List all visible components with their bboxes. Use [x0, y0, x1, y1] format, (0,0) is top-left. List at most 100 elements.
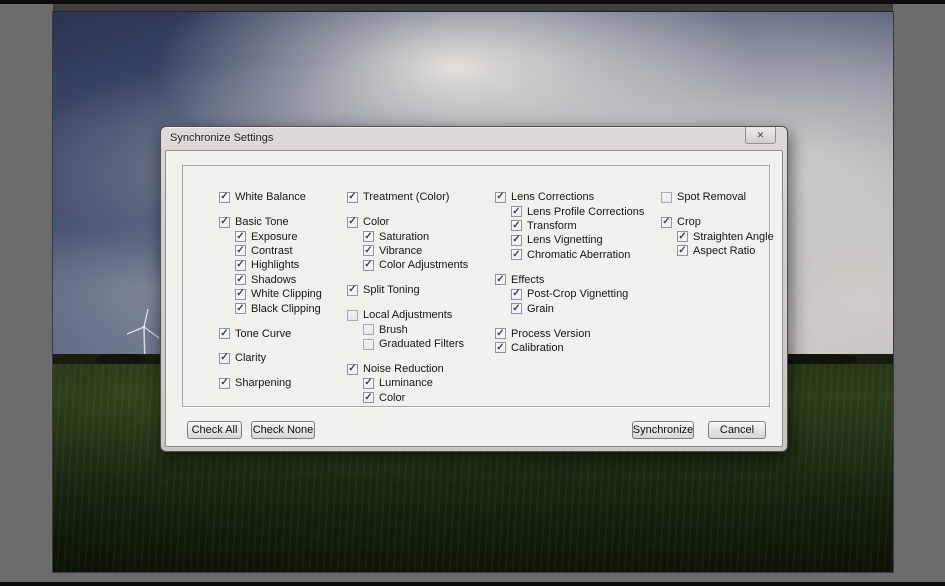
checkbox-row-highlights[interactable]: ✓Highlights — [219, 258, 322, 272]
checkbox-row-local-adjustments[interactable]: Local Adjustments — [347, 308, 468, 322]
checked-checkbox-icon[interactable]: ✓ — [347, 285, 358, 296]
checked-checkbox-icon[interactable]: ✓ — [511, 220, 522, 231]
checked-checkbox-icon[interactable]: ✓ — [235, 303, 246, 314]
checkbox-row-post-crop-vignetting[interactable]: ✓Post-Crop Vignetting — [495, 287, 644, 301]
checkbox-row-noise-reduction[interactable]: ✓ Noise Reduction — [347, 362, 468, 376]
checkbox-row-basic-tone[interactable]: ✓ Basic Tone — [219, 215, 322, 229]
checked-checkbox-icon[interactable]: ✓ — [219, 353, 230, 364]
checkbox-row-calibration[interactable]: ✓Calibration — [495, 341, 644, 355]
checkbox-row-vibrance[interactable]: ✓ Vibrance — [347, 244, 468, 258]
checkbox-row-lens-profile-corrections[interactable]: ✓Lens Profile Corrections — [495, 204, 644, 218]
checkbox-label: Color — [363, 216, 389, 228]
checkbox-row-brush[interactable]: Brush — [347, 323, 468, 337]
checkbox-row-effects[interactable]: ✓Effects — [495, 273, 644, 287]
checkbox-row-shadows[interactable]: ✓Shadows — [219, 273, 322, 287]
checkbox-row-sharpening[interactable]: ✓ Sharpening — [219, 376, 322, 390]
checked-checkbox-icon[interactable]: ✓ — [495, 192, 506, 203]
checkbox-label: White Clipping — [251, 288, 322, 300]
settings-column-3: ✓ Lens Corrections✓Lens Profile Correctio… — [495, 190, 644, 355]
checkbox-row-crop[interactable]: ✓Crop — [661, 215, 774, 229]
checked-checkbox-icon[interactable]: ✓ — [363, 231, 374, 242]
checkbox-row-color[interactable]: ✓Color — [347, 391, 468, 405]
close-icon: ✕ — [757, 130, 765, 141]
checkbox-row-contrast[interactable]: ✓Contrast — [219, 244, 322, 258]
checkbox-row-aspect-ratio[interactable]: ✓Aspect Ratio — [661, 244, 774, 258]
checked-checkbox-icon[interactable]: ✓ — [495, 274, 506, 285]
checkbox-row-white-balance[interactable]: ✓White Balance — [219, 190, 322, 204]
close-button[interactable]: ✕ — [745, 127, 776, 144]
checked-checkbox-icon[interactable]: ✓ — [235, 289, 246, 300]
checked-checkbox-icon[interactable]: ✓ — [363, 378, 374, 389]
checkbox-label: Exposure — [251, 231, 297, 243]
checked-checkbox-icon[interactable]: ✓ — [219, 328, 230, 339]
checkbox-label: Tone Curve — [235, 328, 291, 340]
checkbox-label: Local Adjustments — [363, 309, 452, 321]
checked-checkbox-icon[interactable]: ✓ — [511, 289, 522, 300]
checkbox-row-straighten-angle[interactable]: ✓ Straighten Angle — [661, 229, 774, 243]
checked-checkbox-icon[interactable]: ✓ — [347, 364, 358, 375]
checkbox-label: Transform — [527, 220, 577, 232]
settings-column-1: ✓White Balance✓Basic Tone✓Exposure✓Contr… — [219, 190, 322, 391]
checkbox-row-graduated-filters[interactable]: Graduated Filters — [347, 337, 468, 351]
checkbox-row-lens-vignetting[interactable]: ✓Lens Vignetting — [495, 233, 644, 247]
checkbox-row-clarity[interactable]: ✓Clarity — [219, 351, 322, 365]
checked-checkbox-icon[interactable]: ✓ — [511, 206, 522, 217]
checkbox-row-luminance[interactable]: ✓Luminance — [347, 376, 468, 390]
checkbox-row-process-version[interactable]: ✓ Process Version — [495, 326, 644, 340]
unchecked-checkbox-icon[interactable] — [363, 324, 374, 335]
unchecked-checkbox-icon[interactable] — [363, 339, 374, 350]
synchronize-settings-dialog: Synchronize Settings ✕ ✓White Balance ✓ Ba… — [160, 126, 788, 452]
checked-checkbox-icon[interactable]: ✓ — [677, 245, 688, 256]
checkbox-row-treatment-color[interactable]: ✓Treatment (Color) — [347, 190, 468, 204]
checked-checkbox-icon[interactable]: ✓ — [347, 217, 358, 228]
unchecked-checkbox-icon[interactable] — [347, 310, 358, 321]
checkbox-label: Straighten Angle — [693, 231, 774, 243]
checked-checkbox-icon[interactable]: ✓ — [347, 192, 358, 203]
dialog-title: Synchronize Settings — [170, 132, 273, 144]
checked-checkbox-icon[interactable]: ✓ — [511, 249, 522, 260]
unchecked-checkbox-icon[interactable] — [661, 192, 672, 203]
checkbox-label: Sharpening — [235, 377, 291, 389]
cancel-button[interactable]: Cancel — [708, 421, 766, 439]
checkbox-label: Chromatic Aberration — [527, 249, 630, 261]
checked-checkbox-icon[interactable]: ✓ — [235, 260, 246, 271]
settings-panel: ✓White Balance ✓ Basic Tone ✓ Exposure✓Contr… — [182, 165, 770, 407]
checkbox-row-color-adjustments[interactable]: ✓Color Adjustments — [347, 258, 468, 272]
checked-checkbox-icon[interactable]: ✓ — [219, 378, 230, 389]
checked-checkbox-icon[interactable]: ✓ — [235, 245, 246, 256]
checked-checkbox-icon[interactable]: ✓ — [219, 192, 230, 203]
checkbox-row-lens-corrections[interactable]: ✓ Lens Corrections — [495, 190, 644, 204]
checkbox-row-transform[interactable]: ✓ Transform — [495, 219, 644, 233]
checkbox-label: Noise Reduction — [363, 363, 444, 375]
checkbox-label: Process Version — [511, 328, 590, 340]
checked-checkbox-icon[interactable]: ✓ — [235, 274, 246, 285]
checkbox-row-grain[interactable]: ✓Grain — [495, 301, 644, 315]
checked-checkbox-icon[interactable]: ✓ — [219, 217, 230, 228]
checked-checkbox-icon[interactable]: ✓ — [363, 260, 374, 271]
checkbox-row-white-clipping[interactable]: ✓ White Clipping — [219, 287, 322, 301]
checkbox-label: Lens Corrections — [511, 191, 594, 203]
checkbox-row-spot-removal[interactable]: Spot Removal — [661, 190, 774, 204]
checked-checkbox-icon[interactable]: ✓ — [495, 328, 506, 339]
synchronize-button[interactable]: Synchronize — [632, 421, 694, 439]
checked-checkbox-icon[interactable]: ✓ — [363, 245, 374, 256]
checked-checkbox-icon[interactable]: ✓ — [495, 342, 506, 353]
checkbox-row-chromatic-aberration[interactable]: ✓ Chromatic Aberration — [495, 248, 644, 262]
check-all-button[interactable]: Check All — [187, 421, 242, 439]
checked-checkbox-icon[interactable]: ✓ — [363, 392, 374, 403]
checkbox-row-exposure[interactable]: ✓ Exposure — [219, 229, 322, 243]
checked-checkbox-icon[interactable]: ✓ — [511, 303, 522, 314]
checkbox-row-tone-curve[interactable]: ✓ Tone Curve — [219, 326, 322, 340]
photo-top-strip — [53, 4, 893, 12]
checkbox-row-black-clipping[interactable]: ✓Black Clipping — [219, 301, 322, 315]
checkbox-row-split-toning[interactable]: ✓Split Toning — [347, 283, 468, 297]
checked-checkbox-icon[interactable]: ✓ — [677, 231, 688, 242]
check-none-button[interactable]: Check None — [251, 421, 315, 439]
checked-checkbox-icon[interactable]: ✓ — [235, 231, 246, 242]
checkbox-label: Basic Tone — [235, 216, 289, 228]
checkbox-label: Vibrance — [379, 245, 422, 257]
checkbox-row-color[interactable]: ✓ Color — [347, 215, 468, 229]
checked-checkbox-icon[interactable]: ✓ — [511, 235, 522, 246]
checkbox-row-saturation[interactable]: ✓Saturation — [347, 229, 468, 243]
checked-checkbox-icon[interactable]: ✓ — [661, 217, 672, 228]
